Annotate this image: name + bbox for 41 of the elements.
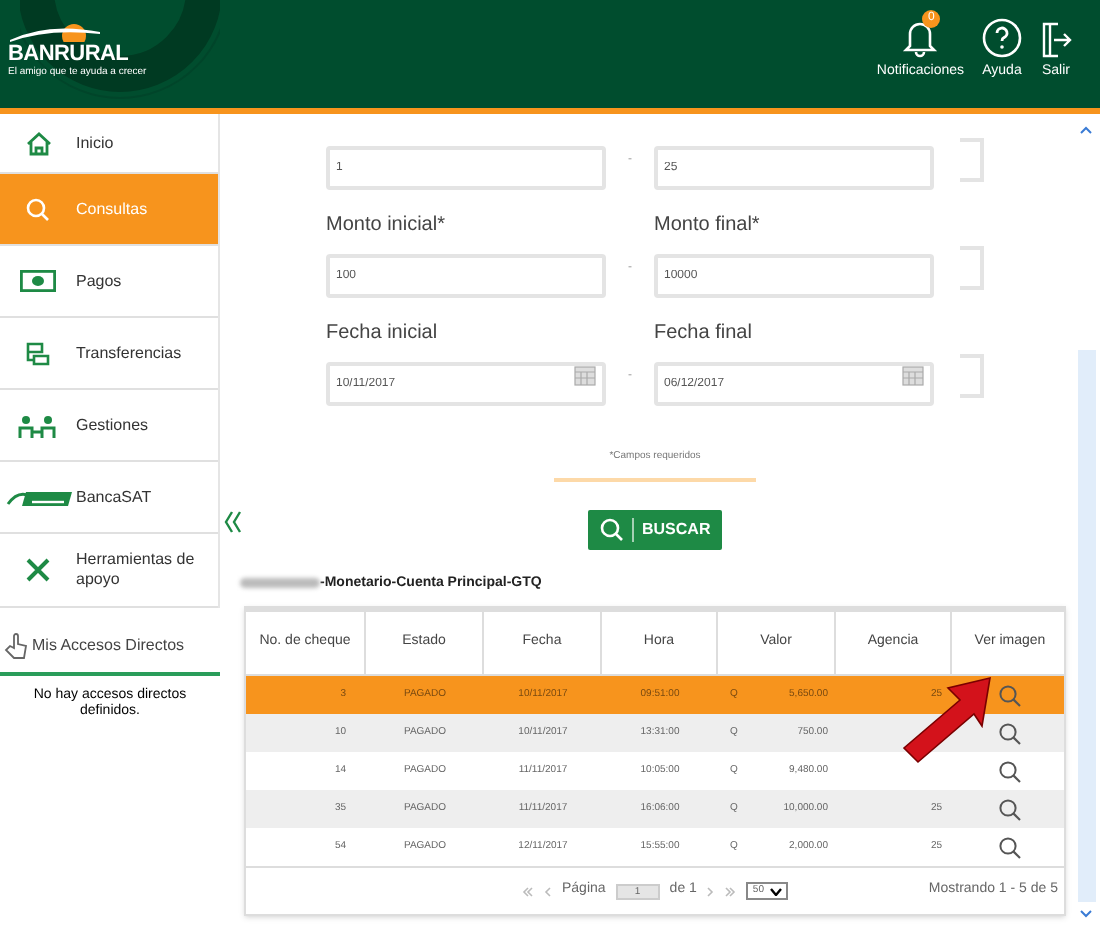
hand-pointer-icon <box>4 632 28 660</box>
tools-icon <box>26 558 50 582</box>
logo-icon <box>8 18 100 42</box>
banknote-icon <box>20 270 56 292</box>
shortcuts-title: Mis Accesos Directos <box>32 634 185 658</box>
input-field[interactable] <box>960 354 984 398</box>
transfer-icon <box>26 341 50 365</box>
previous-page-icon[interactable] <box>544 885 552 897</box>
view-image-button[interactable] <box>998 835 1022 859</box>
search-icon <box>600 517 624 541</box>
redacted-account-number <box>240 578 320 589</box>
search-button[interactable]: BUSCAR <box>588 509 723 549</box>
exit-icon <box>1040 22 1072 58</box>
people-icon <box>18 413 58 437</box>
scrollbar-track[interactable] <box>1077 350 1095 902</box>
bell-icon <box>902 18 939 58</box>
field-label: Monto inicial* <box>326 212 447 240</box>
pointer-arrow <box>900 676 992 764</box>
calendar-icon <box>902 364 924 386</box>
last-page-icon[interactable] <box>724 885 737 897</box>
calendar-icon <box>574 364 596 386</box>
field-label: Fecha inicial <box>326 320 440 348</box>
input-field[interactable] <box>960 246 984 290</box>
home-icon <box>25 131 51 155</box>
scroll-up-icon[interactable] <box>1080 126 1092 134</box>
search-icon <box>26 197 50 221</box>
field-label: Fecha final <box>654 320 752 348</box>
view-image-button[interactable] <box>998 721 1022 745</box>
view-image-button[interactable] <box>998 797 1022 821</box>
caret-icon <box>769 887 782 895</box>
logo-text: BANRURAL <box>8 42 129 66</box>
field-label: Monto final* <box>654 212 760 240</box>
view-image-button[interactable] <box>998 759 1022 783</box>
next-page-icon[interactable] <box>706 885 715 897</box>
scroll-down-icon[interactable] <box>1080 910 1092 918</box>
first-page-icon[interactable] <box>522 885 534 897</box>
sat-logo-icon <box>6 487 74 507</box>
collapse-chevron-icon <box>224 510 242 534</box>
view-image-button[interactable] <box>998 683 1022 707</box>
input-field[interactable] <box>960 138 984 182</box>
help-icon <box>982 18 1022 58</box>
